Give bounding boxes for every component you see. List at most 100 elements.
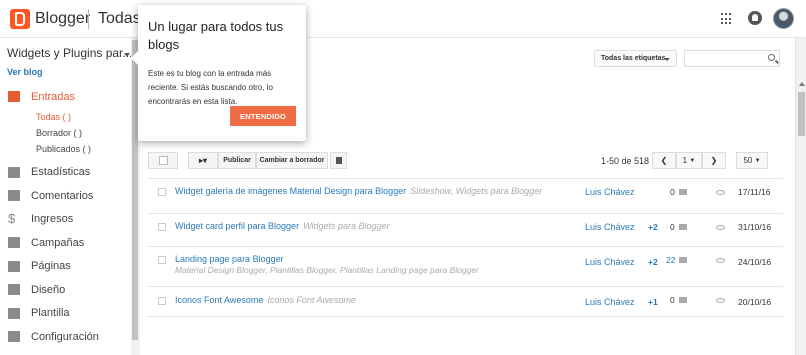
- comments-icon: [8, 190, 20, 201]
- post-author[interactable]: Luis Chávez: [585, 222, 635, 232]
- sidebar-item-label: Diseño: [31, 283, 66, 296]
- sidebar-nav: Entradas Todas ( ) Borrador ( ) Publicad…: [0, 85, 132, 349]
- chevron-down-icon: ▼: [689, 157, 696, 164]
- plus-one-count: +1: [648, 297, 658, 307]
- notifications-icon[interactable]: [748, 11, 762, 25]
- template-icon: [8, 307, 20, 319]
- sidebar-subitem-all[interactable]: Todas ( ): [0, 109, 132, 125]
- select-all-checkbox[interactable]: [158, 156, 168, 165]
- comment-icon: [679, 224, 687, 230]
- sidebar-item-campaigns[interactable]: Campañas: [0, 231, 132, 255]
- dollar-icon: $: [8, 210, 16, 226]
- post-labels[interactable]: Widgets para Blogger: [303, 221, 389, 231]
- page-number: 1: [682, 156, 688, 165]
- row-checkbox[interactable]: [158, 188, 166, 196]
- sidebar-item-earnings[interactable]: $ Ingresos: [0, 208, 132, 232]
- eye-icon: [716, 298, 725, 303]
- post-title[interactable]: Iconos Font Awesome: [175, 295, 263, 305]
- comment-count[interactable]: 0: [670, 295, 675, 305]
- sidebar-item-posts[interactable]: Entradas: [0, 85, 132, 109]
- post-labels[interactable]: Iconos Font Awesome: [267, 295, 356, 305]
- sidebar-item-pages[interactable]: Páginas: [0, 255, 132, 279]
- plus-one-count: +2: [648, 257, 658, 267]
- comment-icon: [679, 297, 687, 303]
- post-date: 24/10/16: [738, 257, 772, 267]
- popover-body: Este es tu blog con la entrada más recie…: [148, 69, 273, 106]
- pagination-count: 1-50 de 518: [601, 156, 650, 166]
- blog-list-tip-popover: Un lugar para todos tus blogs Este es tu…: [131, 5, 306, 141]
- pages-icon: [8, 260, 20, 272]
- post-date: 17/11/16: [738, 187, 771, 197]
- post-title[interactable]: Landing page para Blogger: [175, 254, 284, 264]
- plus-one-count: +2: [648, 222, 658, 232]
- delete-button[interactable]: [330, 152, 347, 169]
- avatar[interactable]: [773, 8, 794, 29]
- sidebar-item-label: Plantilla: [31, 307, 70, 320]
- table-divider: [148, 316, 783, 317]
- select-all-button[interactable]: [148, 152, 178, 169]
- sidebar-item-label: Páginas: [31, 260, 71, 273]
- row-checkbox[interactable]: [158, 297, 166, 305]
- post-title[interactable]: Widget card perfil para Blogger: [175, 221, 299, 231]
- page-scrollbar[interactable]: [795, 38, 806, 355]
- row-checkbox[interactable]: [158, 256, 166, 264]
- label-button[interactable]: ▸▾: [188, 152, 218, 169]
- sidebar-subitem-drafts[interactable]: Borrador ( ): [0, 125, 132, 141]
- search-icon[interactable]: [768, 54, 775, 61]
- eye-icon: [716, 225, 725, 230]
- prev-page-button[interactable]: ❮: [652, 152, 676, 169]
- view-blog-link[interactable]: Ver blog: [7, 67, 43, 77]
- blog-selector[interactable]: Widgets y Plugins par...: [7, 46, 132, 60]
- post-author[interactable]: Luis Chávez: [585, 297, 635, 307]
- post-author[interactable]: Luis Chávez: [585, 187, 635, 197]
- campaign-icon: [8, 237, 20, 248]
- sidebar-item-stats[interactable]: Estadísticas: [0, 161, 132, 185]
- row-checkbox[interactable]: [158, 223, 166, 231]
- chevron-right-icon: ❯: [710, 156, 718, 165]
- post-author[interactable]: Luis Chávez: [585, 257, 635, 267]
- sidebar-item-comments[interactable]: Comentarios: [0, 184, 132, 208]
- chevron-down-icon[interactable]: [124, 53, 130, 57]
- brand-name: Blogger: [35, 10, 91, 27]
- publish-button[interactable]: Publicar: [218, 152, 256, 169]
- stats-icon: [8, 166, 20, 178]
- blogger-logo-icon[interactable]: [10, 9, 30, 29]
- posts-icon: [8, 91, 20, 102]
- table-row[interactable]: Widget galería de imágenes Material Desi…: [148, 178, 783, 213]
- comment-count[interactable]: 0: [670, 187, 675, 197]
- sidebar-item-label: Entradas: [31, 90, 76, 103]
- page-select[interactable]: 1 ▼: [676, 152, 702, 169]
- scroll-up-icon[interactable]: [799, 82, 805, 86]
- sidebar-item-label: Configuración: [31, 330, 99, 343]
- sidebar-item-label: Comentarios: [31, 189, 94, 202]
- comment-count[interactable]: 0: [670, 222, 675, 232]
- sidebar-item-layout[interactable]: Diseño: [0, 278, 132, 302]
- popover-title: Un lugar para todos tus blogs: [148, 19, 284, 52]
- next-page-button[interactable]: ❯: [702, 152, 726, 169]
- apps-grid-icon[interactable]: [721, 13, 733, 25]
- table-row[interactable]: Iconos Font Awesome Iconos Font Awesome L…: [148, 286, 783, 316]
- revert-to-draft-button[interactable]: Cambiar a borrador: [256, 152, 328, 169]
- post-date: 31/10/16: [738, 222, 772, 232]
- sidebar-item-template[interactable]: Plantilla: [0, 302, 132, 326]
- sidebar-item-label: Estadísticas: [31, 166, 91, 179]
- eye-icon: [716, 190, 725, 195]
- got-it-button[interactable]: ENTENDIDO: [230, 106, 296, 126]
- table-row[interactable]: Landing page para Blogger Material Desig…: [148, 246, 783, 286]
- table-row[interactable]: Widget card perfil para Blogger Widgets p…: [148, 213, 783, 246]
- sidebar-item-settings[interactable]: Configuración: [0, 325, 132, 349]
- post-title[interactable]: Widget galería de imágenes Material Desi…: [175, 186, 406, 196]
- per-page-value: 50: [743, 156, 753, 165]
- sidebar-subitem-published[interactable]: Publicados ( ): [0, 141, 132, 157]
- post-labels[interactable]: Material Design Blogger, Plantillas Blog…: [175, 265, 479, 275]
- comment-icon: [679, 257, 687, 263]
- layout-icon: [8, 284, 20, 295]
- per-page-select[interactable]: 50 ▼: [736, 152, 768, 169]
- search-input[interactable]: [684, 50, 780, 67]
- post-labels[interactable]: Slideshow, Widgets para Blogger: [410, 186, 542, 196]
- labels-filter-dropdown[interactable]: Todas las etiquetas: [594, 50, 677, 67]
- post-date: 20/10/16: [738, 297, 772, 307]
- scrollbar-thumb[interactable]: [798, 92, 805, 136]
- comment-count[interactable]: 22: [666, 255, 675, 265]
- sidebar-item-label: Campañas: [31, 236, 85, 249]
